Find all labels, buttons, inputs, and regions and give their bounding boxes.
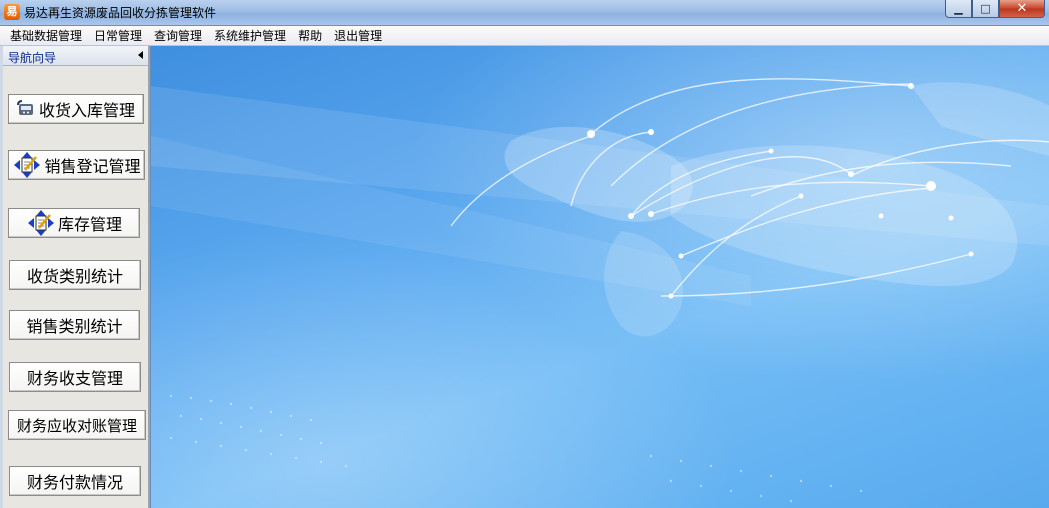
collapse-arrow-icon[interactable] — [138, 51, 143, 59]
menu-bar: 基础数据管理 日常管理 查询管理 系统维护管理 帮助 退出管理 — [0, 26, 1049, 46]
close-button[interactable]: ✕ — [999, 0, 1045, 18]
nav-button-label: 销售登记管理 — [44, 157, 141, 176]
nav-button-label: 财务付款情况 — [26, 473, 123, 492]
minimize-icon: ▁ — [954, 2, 963, 15]
receiving-stock-in-button[interactable]: 收货入库管理 — [8, 94, 144, 124]
phone-icon — [16, 99, 37, 119]
menu-system-maintenance[interactable]: 系统维护管理 — [208, 26, 292, 46]
window-controls: ▁ □ ✕ — [945, 0, 1045, 18]
nav-button-label: 销售类别统计 — [26, 317, 123, 336]
menu-daily[interactable]: 日常管理 — [88, 26, 148, 46]
main-background-area — [150, 46, 1049, 508]
nav-button-label: 库存管理 — [57, 215, 122, 234]
finance-receivable-reconciliation-button[interactable]: 财务应收对账管理 — [8, 410, 146, 440]
minimize-button[interactable]: ▁ — [945, 0, 972, 18]
receiving-category-stats-button[interactable]: 收货类别统计 — [9, 260, 141, 290]
menu-basic-data[interactable]: 基础数据管理 — [4, 26, 88, 46]
sales-category-stats-button[interactable]: 销售类别统计 — [9, 310, 140, 340]
edit-arrows-icon — [12, 152, 42, 178]
nav-button-label: 财务应收对账管理 — [16, 416, 137, 435]
nav-button-label: 收货入库管理 — [38, 101, 135, 120]
maximize-icon: □ — [980, 2, 991, 15]
title-bar: 易 易达再生资源废品回收分拣管理软件 ▁ □ ✕ — [0, 0, 1049, 26]
nav-button-label: 收货类别统计 — [26, 267, 123, 286]
sales-registration-button[interactable]: 销售登记管理 — [8, 150, 145, 180]
window-title: 易达再生资源废品回收分拣管理软件 — [24, 6, 217, 20]
menu-query[interactable]: 查询管理 — [148, 26, 208, 46]
nav-button-label: 财务收支管理 — [26, 369, 123, 388]
finance-income-expense-button[interactable]: 财务收支管理 — [9, 362, 141, 392]
sidebar-title: 导航向导 — [8, 51, 57, 65]
inventory-management-button[interactable]: 库存管理 — [8, 208, 140, 238]
sidebar-header: 导航向导 — [3, 46, 148, 66]
menu-help[interactable]: 帮助 — [292, 26, 328, 46]
edit-arrows-icon — [26, 210, 56, 236]
world-map-network-graphic — [151, 78, 1049, 503]
finance-payment-status-button[interactable]: 财务付款情况 — [9, 466, 141, 496]
close-icon: ✕ — [1016, 1, 1028, 16]
navigation-sidebar: 导航向导 收货入库管理 销售登记管理 库存管理 收货类别统计 销售类别统计 财务… — [3, 46, 150, 508]
menu-exit[interactable]: 退出管理 — [328, 26, 388, 46]
maximize-button[interactable]: □ — [972, 0, 999, 18]
app-icon: 易 — [4, 4, 20, 20]
